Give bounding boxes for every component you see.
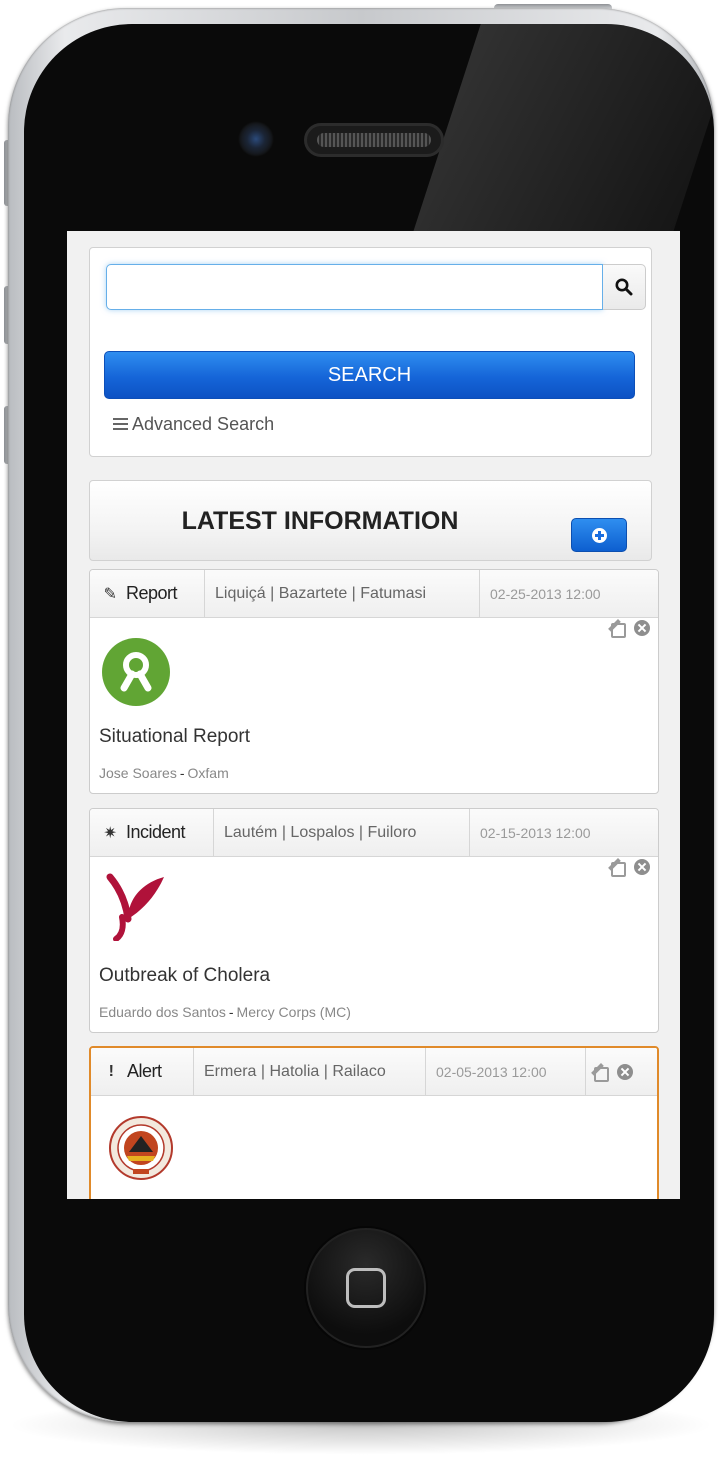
add-information-button[interactable]: [571, 518, 627, 552]
card-author: Jose Soares - Oxfam: [99, 765, 229, 781]
plus-circle-icon: [592, 528, 607, 543]
card-actions: [586, 1048, 641, 1095]
card-location: Ermera | Hatolia | Railaco: [194, 1048, 426, 1095]
pencil-icon: ✎: [103, 585, 117, 603]
asterisk-icon: ✷: [103, 824, 117, 842]
information-card-incident[interactable]: ✷ Incident Lautém | Lospalos | Fuiloro 0…: [89, 808, 659, 1033]
card-header: ✎ Report Liquiçá | Bazartete | Fatumasi …: [90, 570, 658, 618]
close-icon[interactable]: [634, 620, 650, 636]
mercy-corps-logo: [102, 869, 170, 942]
card-date: 02-15-2013 12:00: [480, 824, 591, 841]
home-square-icon: [346, 1268, 386, 1308]
home-button[interactable]: [306, 1228, 426, 1348]
information-card-report[interactable]: ✎ Report Liquiçá | Bazartete | Fatumasi …: [89, 569, 659, 794]
close-icon[interactable]: [634, 859, 650, 875]
card-date: 02-25-2013 12:00: [490, 585, 601, 602]
card-location: Liquiçá | Bazartete | Fatumasi: [205, 570, 480, 617]
exclamation-icon: !: [108, 1062, 114, 1080]
card-header: ✷ Incident Lautém | Lospalos | Fuiloro 0…: [90, 809, 658, 857]
information-card-alert[interactable]: ! Alert Ermera | Hatolia | Railaco 02-05…: [89, 1046, 659, 1199]
search-input[interactable]: [106, 264, 603, 310]
search-icon: [615, 278, 633, 296]
edit-icon[interactable]: [611, 859, 628, 877]
search-panel: SEARCH Advanced Search: [89, 247, 652, 457]
search-addon[interactable]: [603, 264, 646, 310]
card-body: Situational Report Jose Soares - Oxfam: [90, 618, 658, 793]
earpiece-speaker: [304, 123, 444, 157]
card-type: ✷ Incident: [90, 809, 214, 856]
government-seal-logo: [107, 1114, 175, 1182]
card-actions: [611, 620, 650, 638]
card-header: ! Alert Ermera | Hatolia | Railaco 02-05…: [91, 1048, 657, 1096]
section-title: LATEST INFORMATION: [181, 507, 459, 535]
card-location: Lautém | Lospalos | Fuiloro: [214, 809, 470, 856]
card-date: 02-05-2013 12:00: [426, 1048, 586, 1095]
card-type: ✎ Report: [90, 570, 205, 617]
card-type: ! Alert: [91, 1048, 194, 1095]
card-body: [91, 1096, 657, 1199]
app-screen: SEARCH Advanced Search LATEST INFORMATIO…: [67, 231, 680, 1199]
edit-icon[interactable]: [611, 620, 628, 638]
advanced-search-link[interactable]: Advanced Search: [113, 412, 274, 436]
front-camera: [238, 121, 274, 157]
close-icon[interactable]: [617, 1063, 633, 1080]
card-title: Situational Report: [99, 726, 251, 747]
advanced-search-label: Advanced Search: [132, 413, 275, 434]
card-actions: [611, 859, 650, 877]
latest-information-header: LATEST INFORMATION: [89, 480, 652, 561]
edit-icon[interactable]: [594, 1064, 611, 1082]
card-title: Outbreak of Cholera: [99, 965, 271, 986]
card-author: Eduardo dos Santos - Mercy Corps (MC): [99, 1004, 351, 1020]
oxfam-logo: [102, 638, 170, 706]
card-body: Outbreak of Cholera Eduardo dos Santos - M…: [90, 857, 658, 1032]
search-button[interactable]: SEARCH: [104, 351, 635, 399]
menu-icon: [113, 418, 128, 430]
